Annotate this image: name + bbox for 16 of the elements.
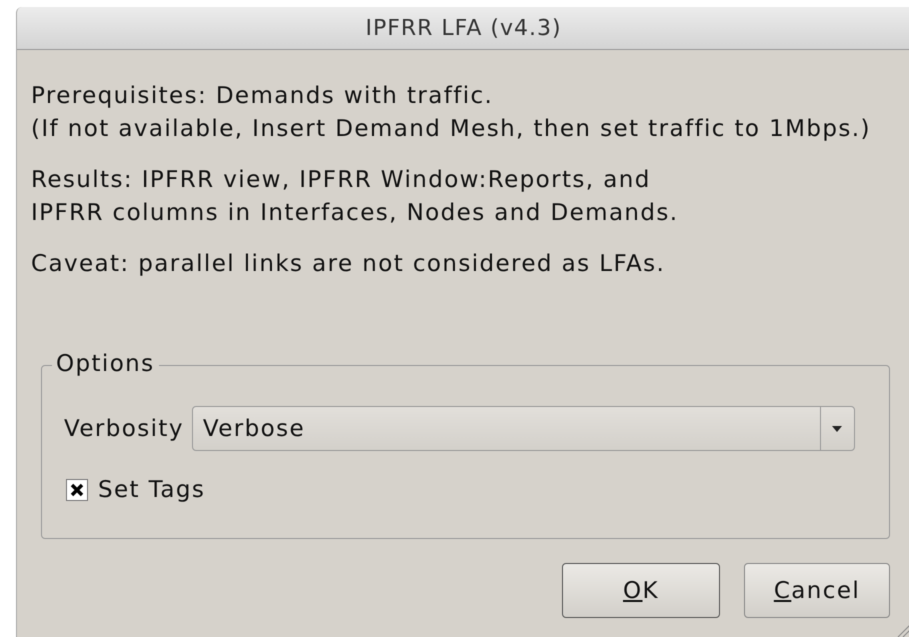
- info-text: (If not available, Insert Demand Mesh, then set traffic to 1Mbps.): [31, 115, 872, 144]
- set-tags-checkbox[interactable]: [66, 479, 88, 501]
- verbosity-dropdown[interactable]: Verbose: [192, 406, 855, 451]
- info-text: Prerequisites: Demands with traffic.: [31, 82, 494, 111]
- window-title: IPFRR LFA (v4.3): [365, 16, 562, 40]
- verbosity-label: Verbosity: [64, 416, 184, 442]
- cross-mark-icon: [70, 483, 84, 497]
- resize-grip-icon[interactable]: [896, 623, 909, 637]
- caret-icon: [832, 426, 842, 432]
- group-title: Options: [52, 351, 159, 377]
- set-tags-label: Set Tags: [98, 477, 206, 503]
- info-text: Results: IPFRR view, IPFRR Window:Reports, and: [31, 166, 652, 195]
- info-text: IPFRR columns in Interfaces, Nodes and Demands.: [31, 199, 680, 228]
- cancel-button[interactable]: Cancel: [744, 563, 890, 618]
- info-text: Caveat: parallel links are not considered as LFAs.: [31, 250, 666, 279]
- ok-button[interactable]: OK: [562, 563, 720, 618]
